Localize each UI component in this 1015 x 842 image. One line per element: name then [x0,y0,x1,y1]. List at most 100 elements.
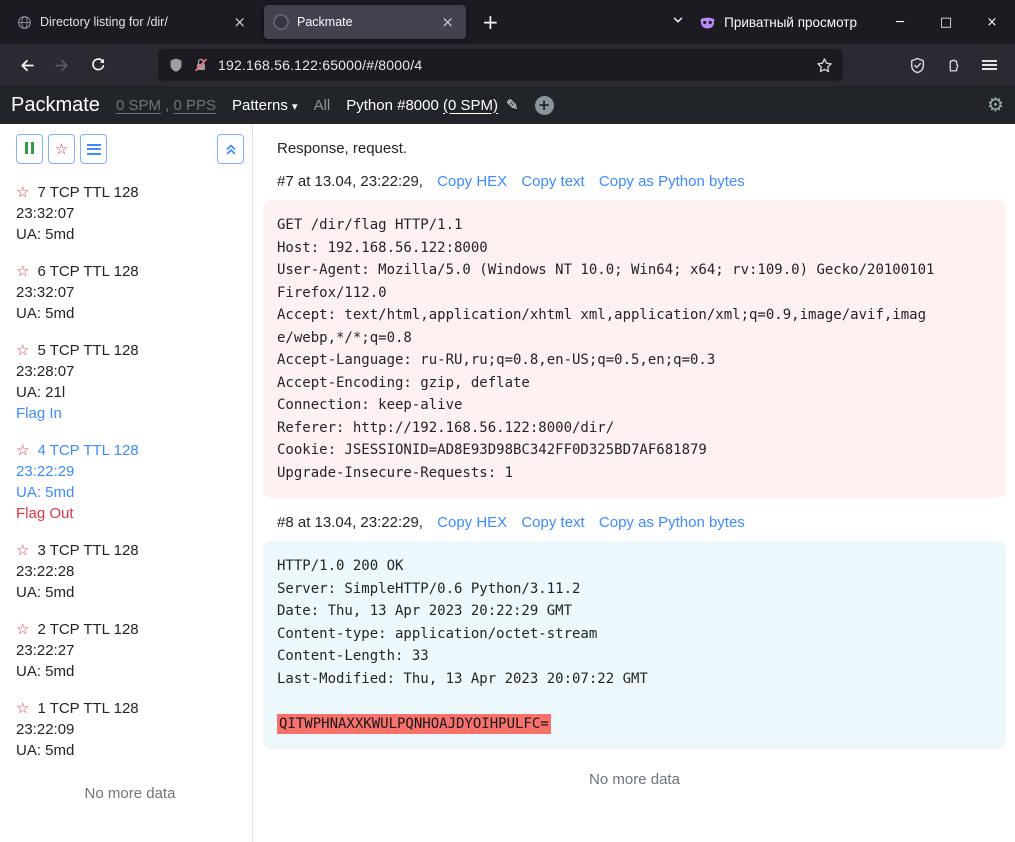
flag-in-link[interactable]: Flag In [16,403,244,424]
tab-packmate[interactable]: Packmate × [264,5,466,39]
settings-gear-icon[interactable]: ⚙ [987,94,1004,116]
star-icon: ☆ [55,140,68,158]
stream-item-3[interactable]: ☆3 TCP TTL 128 23:22:28 UA: 5md [16,540,244,603]
insecure-lock-icon[interactable] [193,57,209,73]
stream-ua: UA: 21l [16,382,244,403]
stream-ua: UA: 5md [16,224,244,245]
back-arrow-icon [18,57,35,74]
url-bar[interactable]: 192.168.56.122:65000/#/8000/4 [158,49,843,81]
copy-text-link[interactable]: Copy text [521,173,584,190]
shield-badge-icon [909,57,926,74]
app-brand[interactable]: Packmate [11,94,100,117]
stream-title: 2 TCP TTL 128 [37,621,138,638]
favorite-star-icon[interactable]: ☆ [16,620,29,638]
packets-panel: Response, request. #7 at 13.04, 23:22:29… [253,124,1015,842]
stream-time: 23:32:07 [16,282,244,303]
stream-item-5[interactable]: ☆ 5 TCP TTL 128 23:28:07 UA: 21l Flag In [16,340,244,424]
back-button[interactable] [10,49,42,81]
stream-time: 23:32:07 [16,203,244,224]
scroll-to-top-button[interactable] [217,134,244,164]
stream-title: 4 TCP TTL 128 [37,442,138,459]
list-view-button[interactable] [80,134,107,164]
plus-icon: + [538,96,551,114]
stream-item-7[interactable]: ☆ 7 TCP TTL 128 23:32:07 UA: 5md [16,182,244,245]
flag-out-link[interactable]: Flag Out [16,503,244,524]
sidebar-toolbar: ☆ [16,134,244,164]
bookmark-star-icon[interactable] [816,57,833,74]
copy-python-bytes-link[interactable]: Copy as Python bytes [599,514,745,531]
maximize-button[interactable]: □ [923,0,969,44]
packet-label: #8 at 13.04, 23:22:29, [277,514,423,531]
favorite-star-icon[interactable]: ☆ [16,341,29,359]
tab-close-icon[interactable]: × [230,15,249,30]
patterns-dropdown[interactable]: Patterns ▾ [232,97,298,114]
pps-stat: 0 PPS [173,97,216,114]
private-mask-icon [699,14,716,31]
stream-item-1[interactable]: ☆1 TCP TTL 128 23:22:09 UA: 5md [16,698,244,761]
stream-title: 6 TCP TTL 128 [37,263,138,280]
tab-title: Directory listing for /dir/ [40,15,222,29]
tab-directory-listing[interactable]: Directory listing for /dir/ × [8,5,258,39]
chevron-down-icon [671,13,685,27]
stream-ua: UA: 5md [16,661,244,682]
add-service-button[interactable]: + [535,96,554,115]
http-response-text: HTTP/1.0 200 OK Server: SimpleHTTP/0.6 P… [277,555,935,735]
caret-down-icon: ▾ [292,100,298,113]
stream-item-4-selected[interactable]: ☆ 4 TCP TTL 128 23:22:29 UA: 5md Flag Out [16,440,244,524]
stream-ua: UA: 5md [16,303,244,324]
flag-highlight: QITWPHNAXXKWULPQNHOAJDYOIHPULFC= [277,714,551,734]
stream-time: 23:22:28 [16,561,244,582]
response-content: HTTP/1.0 200 OK Server: SimpleHTTP/0.6 P… [277,558,648,687]
main-no-more-data: No more data [263,771,1006,788]
copy-hex-link[interactable]: Copy HEX [437,514,507,531]
protections-button[interactable] [901,49,933,81]
tab-bar: Directory listing for /dir/ × Packmate ×… [0,0,1015,44]
stream-ua: UA: 5md [16,740,244,761]
reload-icon [90,57,106,73]
request-packet-body: GET /dir/flag HTTP/1.1 Host: 192.168.56.… [263,200,1006,498]
patterns-label: Patterns [232,97,288,114]
http-request-text: GET /dir/flag HTTP/1.1 Host: 192.168.56.… [277,214,935,484]
browser-window: Directory listing for /dir/ × Packmate ×… [0,0,1015,842]
request-content: GET /dir/flag HTTP/1.1 Host: 192.168.56.… [277,217,943,481]
edit-service-icon[interactable]: ✎ [506,96,519,114]
service-tab-all[interactable]: All [314,97,331,114]
pause-button[interactable] [16,134,43,164]
stream-item-6[interactable]: ☆ 6 TCP TTL 128 23:32:07 UA: 5md [16,261,244,324]
minimize-button[interactable]: ─ [877,0,923,44]
stream-time: 23:28:07 [16,361,244,382]
copy-text-link[interactable]: Copy text [521,514,584,531]
stream-title: 5 TCP TTL 128 [37,342,138,359]
favorite-star-icon[interactable]: ☆ [16,699,29,717]
service-tab-python-8000[interactable]: Python #8000 (0 SPM) [346,97,498,114]
packet-header: #7 at 13.04, 23:22:29, Copy HEX Copy tex… [277,173,1006,190]
tab-close-icon[interactable]: × [438,15,457,30]
private-badge-label: Приватный просмотр [724,15,857,30]
stream-title: 7 TCP TTL 128 [37,184,138,201]
stream-ua: UA: 5md [16,482,244,503]
reload-button[interactable] [82,49,114,81]
favorite-star-icon[interactable]: ☆ [16,262,29,280]
forward-button[interactable] [46,49,78,81]
favorites-filter-button[interactable]: ☆ [48,134,75,164]
copy-python-bytes-link[interactable]: Copy as Python bytes [599,173,745,190]
tracking-protection-shield-icon[interactable] [168,57,184,73]
copy-hex-link[interactable]: Copy HEX [437,173,507,190]
new-tab-button[interactable]: + [472,10,509,34]
stream-item-2[interactable]: ☆2 TCP TTL 128 23:22:27 UA: 5md [16,619,244,682]
service-name: Python #8000 [346,97,443,114]
menu-button[interactable] [973,49,1005,81]
packet-7: #7 at 13.04, 23:22:29, Copy HEX Copy tex… [263,173,1006,498]
extensions-button[interactable] [937,49,969,81]
list-all-tabs-button[interactable] [663,7,693,38]
hamburger-menu-icon [982,57,997,73]
window-close-button[interactable]: × [969,0,1015,44]
favorite-star-icon[interactable]: ☆ [16,183,29,201]
favorite-star-icon[interactable]: ☆ [16,441,29,459]
stream-time: 23:22:29 [16,461,244,482]
stream-time: 23:22:09 [16,719,244,740]
url-text: 192.168.56.122:65000/#/8000/4 [218,57,807,73]
stream-list: ☆ 7 TCP TTL 128 23:32:07 UA: 5md ☆ 6 TCP T… [16,182,244,777]
window-controls: ─ □ × [877,0,1015,44]
favorite-star-icon[interactable]: ☆ [16,541,29,559]
